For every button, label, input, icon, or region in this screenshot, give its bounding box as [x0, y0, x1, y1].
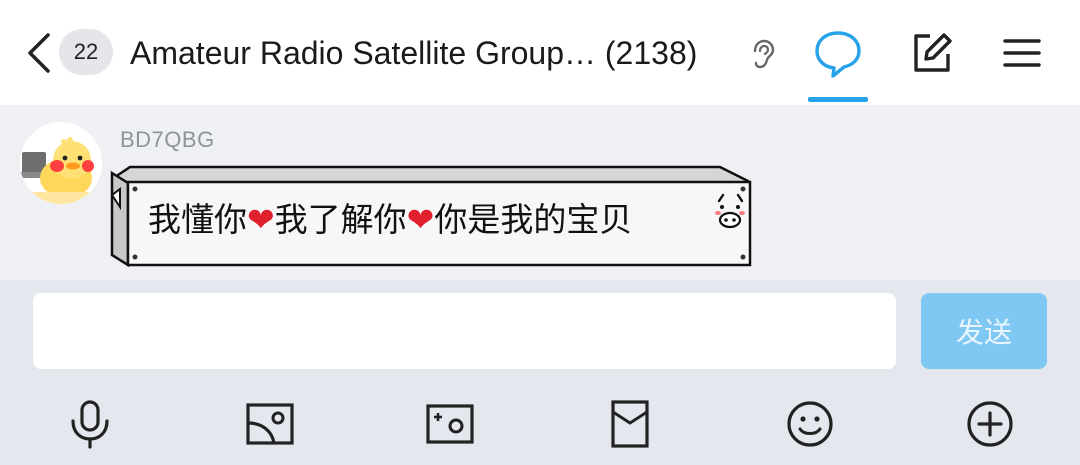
plus-circle-icon	[967, 401, 1013, 447]
emoji-button[interactable]	[782, 396, 838, 452]
chat-bubble-icon	[815, 31, 861, 78]
message-bubble[interactable]: 我懂你❤我了解你❤你是我的宝贝	[108, 165, 754, 269]
sender-name: BD7QBG	[120, 127, 215, 152]
heart-emoji: ❤	[247, 200, 275, 239]
chat-header: 22 Amateur Radio Satellite Group… (2138)	[0, 0, 1080, 105]
message-text-part: 我懂你	[148, 200, 247, 239]
message-text-part: 你是我的宝贝	[434, 200, 633, 239]
ear-icon[interactable]	[750, 38, 776, 70]
group-title[interactable]: Amateur Radio Satellite Group… (2138)	[130, 32, 740, 74]
message-input[interactable]	[33, 293, 896, 369]
back-button[interactable]	[22, 30, 56, 76]
hamburger-menu-icon	[1003, 39, 1041, 67]
more-button[interactable]	[962, 396, 1018, 452]
unread-count-badge[interactable]: 22	[59, 29, 113, 75]
tab-chat[interactable]	[808, 26, 868, 102]
pig-face-icon	[715, 193, 745, 229]
image-icon	[246, 403, 294, 445]
composer-bar: 发送	[0, 280, 1080, 465]
active-tab-indicator	[808, 97, 868, 102]
duck-avatar	[20, 122, 102, 204]
camera-icon	[426, 404, 474, 444]
red-packet-button[interactable]	[602, 396, 658, 452]
message-list[interactable]: BD7QBG 我懂你❤我了解你❤你是我的宝贝	[0, 105, 1080, 280]
smiley-icon	[787, 401, 833, 447]
voice-button[interactable]	[62, 396, 118, 452]
chevron-left-icon	[28, 33, 50, 73]
avatar[interactable]	[20, 122, 102, 204]
camera-button[interactable]	[422, 396, 478, 452]
send-button[interactable]: 发送	[921, 293, 1047, 369]
heart-emoji: ❤	[406, 200, 435, 239]
microphone-icon	[71, 400, 109, 449]
edit-icon	[914, 33, 952, 72]
red-envelope-icon	[611, 400, 649, 448]
image-button[interactable]	[242, 396, 298, 452]
message-text-part: 我了解你	[274, 200, 407, 239]
menu-button[interactable]	[998, 30, 1046, 76]
edit-button[interactable]	[908, 30, 956, 76]
message-text: 我懂你❤我了解你❤你是我的宝贝	[148, 195, 632, 245]
